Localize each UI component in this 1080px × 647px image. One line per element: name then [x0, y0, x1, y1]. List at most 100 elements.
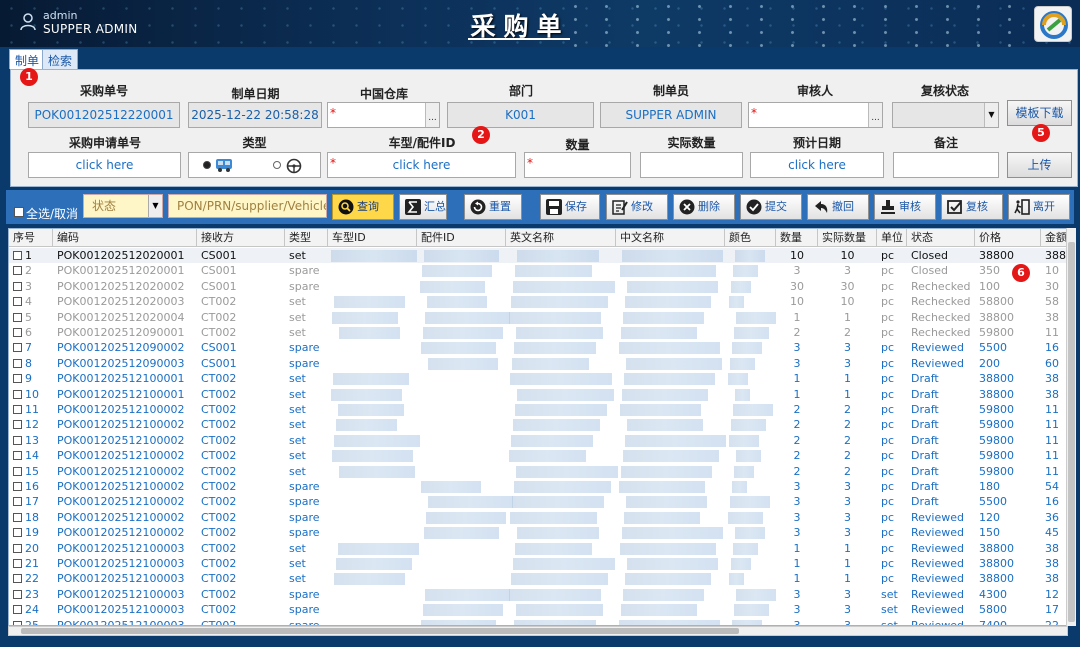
col-header-color[interactable]: 颜色 [725, 229, 776, 247]
table-cell: set [289, 433, 306, 447]
actual-qty-field[interactable] [640, 152, 743, 178]
select-all-label[interactable]: 全选/取消 [26, 205, 78, 222]
table-row[interactable]: 6 POK001202512090001 CT002 set 2 2 pc Rechecked… [9, 325, 1067, 340]
save-button[interactable]: 保存 [540, 194, 600, 220]
plan-date-field[interactable]: click here [750, 152, 884, 178]
chevron-down-icon[interactable]: ▼ [984, 103, 998, 127]
redacted-cell [509, 450, 586, 463]
table-row[interactable]: 5 POK001202512020004 CT002 set 1 1 pc Rechecked… [9, 310, 1067, 325]
table-row[interactable]: 13 POK001202512100002 CT002 set 2 2 pc Draft 598… [9, 433, 1067, 448]
table-row[interactable]: 17 POK001202512100002 CT002 spare 3 3 pc Draft 5… [9, 494, 1067, 509]
col-header-type[interactable]: 类型 [285, 229, 328, 247]
table-cell: set [881, 603, 898, 617]
request-no-field[interactable]: click here [28, 152, 181, 178]
table-row[interactable]: 24 POK001202512100003 CT002 spare 3 3 set Revie… [9, 602, 1067, 617]
table-cell: POK001202512100003 [57, 541, 185, 555]
exit-button[interactable]: 离开 [1008, 194, 1070, 220]
upload-button[interactable]: 上传 [1007, 152, 1072, 178]
col-header-en-name[interactable]: 英文名称 [506, 229, 616, 247]
modify-button[interactable]: 修改 [606, 194, 668, 220]
redacted-cell [736, 588, 776, 601]
col-header-code[interactable]: 编码 [53, 229, 197, 247]
reviewer-field[interactable]: * ... [748, 102, 883, 128]
chevron-down-icon[interactable]: ▼ [148, 195, 162, 217]
template-download-button[interactable]: 模板下载 [1007, 100, 1072, 126]
col-header-part-id[interactable]: 配件ID [417, 229, 506, 247]
maker-field[interactable]: SUPPER ADMIN [600, 102, 742, 128]
redacted-cell [428, 357, 498, 370]
col-header-status[interactable]: 状态 [907, 229, 975, 247]
redacted-cell [735, 527, 765, 540]
reviewer-picker-button[interactable]: ... [868, 103, 882, 127]
audit-button[interactable]: 审核 [874, 194, 936, 220]
recheck-select[interactable]: ▼ [892, 102, 999, 128]
table-row[interactable]: 4 POK001202512020003 CT002 set 10 10 pc Recheck… [9, 294, 1067, 309]
table-row[interactable]: 25 POK001202512100003 CT002 spare 3 3 set Revie… [9, 618, 1067, 625]
date-field[interactable]: 2025-12-22 20:58:28 [188, 102, 322, 128]
scroll-thumb[interactable] [1068, 242, 1075, 622]
qty-field[interactable]: * [524, 152, 631, 178]
table-cell: spare [289, 526, 320, 540]
delete-button[interactable]: 删除 [673, 194, 735, 220]
table-row[interactable]: 8 POK001202512090003 CS001 spare 3 3 pc Reviewe… [9, 356, 1067, 371]
warehouse-picker-button[interactable]: ... [425, 103, 439, 127]
redacted-cell [627, 280, 718, 293]
table-cell: set [289, 403, 306, 416]
select-all-checkbox[interactable] [14, 207, 24, 217]
table-cell: POK001202512090002 [57, 341, 185, 355]
col-header-actual-qty[interactable]: 实际数量 [818, 229, 877, 247]
table-row[interactable]: 18 POK001202512100002 CT002 spare 3 3 pc Review… [9, 510, 1067, 525]
table-row[interactable]: 3 POK001202512020002 CS001 spare 30 30 pc Reche… [9, 279, 1067, 294]
table-row[interactable]: 15 POK001202512100002 CT002 set 2 2 pc Draft 598… [9, 464, 1067, 479]
tab-search[interactable]: 检索 [42, 49, 79, 69]
table-row[interactable]: 19 POK001202512100002 CT002 spare 3 3 pc Review… [9, 525, 1067, 540]
query-button[interactable]: 查询 [332, 194, 394, 220]
col-header-price[interactable]: 价格 [975, 229, 1041, 247]
col-header-amount[interactable]: 金额 [1041, 229, 1067, 247]
recheck-button[interactable]: 复核 [941, 194, 1003, 220]
redacted-cell [621, 465, 712, 478]
remark-field[interactable] [893, 152, 999, 178]
date-label: 制单日期 [231, 87, 280, 101]
search-input[interactable]: PON/PRN/supplier/Vehicle [168, 194, 327, 218]
order-no-field[interactable]: POK001202512220001 [28, 102, 180, 128]
redacted-cell [734, 465, 754, 478]
warehouse-field[interactable]: * ... [327, 102, 440, 128]
table-row[interactable]: 21 POK001202512100003 CT002 set 1 1 pc Reviewed… [9, 556, 1067, 571]
col-header-cn-name[interactable]: 中文名称 [616, 229, 725, 247]
col-header-index[interactable]: 序号 [9, 229, 53, 247]
table-row[interactable]: 14 POK001202512100002 CT002 set 2 2 pc Draft 598… [9, 448, 1067, 463]
tab-create[interactable]: 制单 [9, 49, 46, 69]
table-row[interactable]: 9 POK001202512100001 CT002 set 1 1 pc Draft 3880… [9, 371, 1067, 386]
horizontal-scrollbar[interactable] [8, 626, 1068, 636]
withdraw-button[interactable]: 撤回 [807, 194, 869, 220]
model-field[interactable]: * click here [327, 152, 516, 178]
col-header-unit[interactable]: 单位 [877, 229, 907, 247]
vertical-scrollbar[interactable] [1066, 228, 1076, 626]
table-row[interactable]: 10 POK001202512100001 CT002 set 1 1 pc Draft 388… [9, 387, 1067, 402]
table-row[interactable]: 7 POK001202512090002 CS001 spare 3 3 pc Reviewe… [9, 340, 1067, 355]
table-cell: 59800 [979, 449, 1014, 463]
table-row[interactable]: 2 POK001202512020001 CS001 spare 3 3 pc Closed 3… [9, 263, 1067, 278]
status-select[interactable]: 状态 ▼ [83, 194, 163, 218]
dept-field[interactable]: K001 [447, 102, 594, 128]
col-header-qty[interactable]: 数量 [776, 229, 818, 247]
summary-button[interactable]: 汇总 [399, 194, 447, 220]
scroll-thumb[interactable] [21, 628, 739, 634]
user-icon[interactable] [20, 13, 36, 31]
redacted-cell [513, 419, 600, 432]
col-header-receiver[interactable]: 接收方 [197, 229, 285, 247]
table-row[interactable]: 1 POK001202512020001 CS001 set 10 10 pc Closed 3… [9, 248, 1067, 264]
table-row[interactable]: 23 POK001202512100003 CT002 spare 3 3 set Revie… [9, 587, 1067, 602]
redacted-cell [514, 481, 611, 493]
col-header-model-id[interactable]: 车型ID [328, 229, 417, 247]
table-row[interactable]: 20 POK001202512100003 CT002 set 1 1 pc Reviewed… [9, 541, 1067, 556]
table-row[interactable]: 12 POK001202512100002 CT002 set 2 2 pc Draft 598… [9, 417, 1067, 432]
table-row[interactable]: 22 POK001202512100003 CT002 set 1 1 pc Reviewed… [9, 571, 1067, 586]
table-row[interactable]: 16 POK001202512100002 CT002 spare 3 3 pc Draft 1… [9, 479, 1067, 494]
table-row[interactable]: 11 POK001202512100002 CT002 set 2 2 pc Draft 598… [9, 402, 1067, 417]
reset-button[interactable]: 重置 [464, 194, 522, 220]
type-radio-spare[interactable] [273, 161, 281, 169]
submit-button[interactable]: 提交 [740, 194, 802, 220]
type-radio-vehicle[interactable] [203, 161, 211, 169]
